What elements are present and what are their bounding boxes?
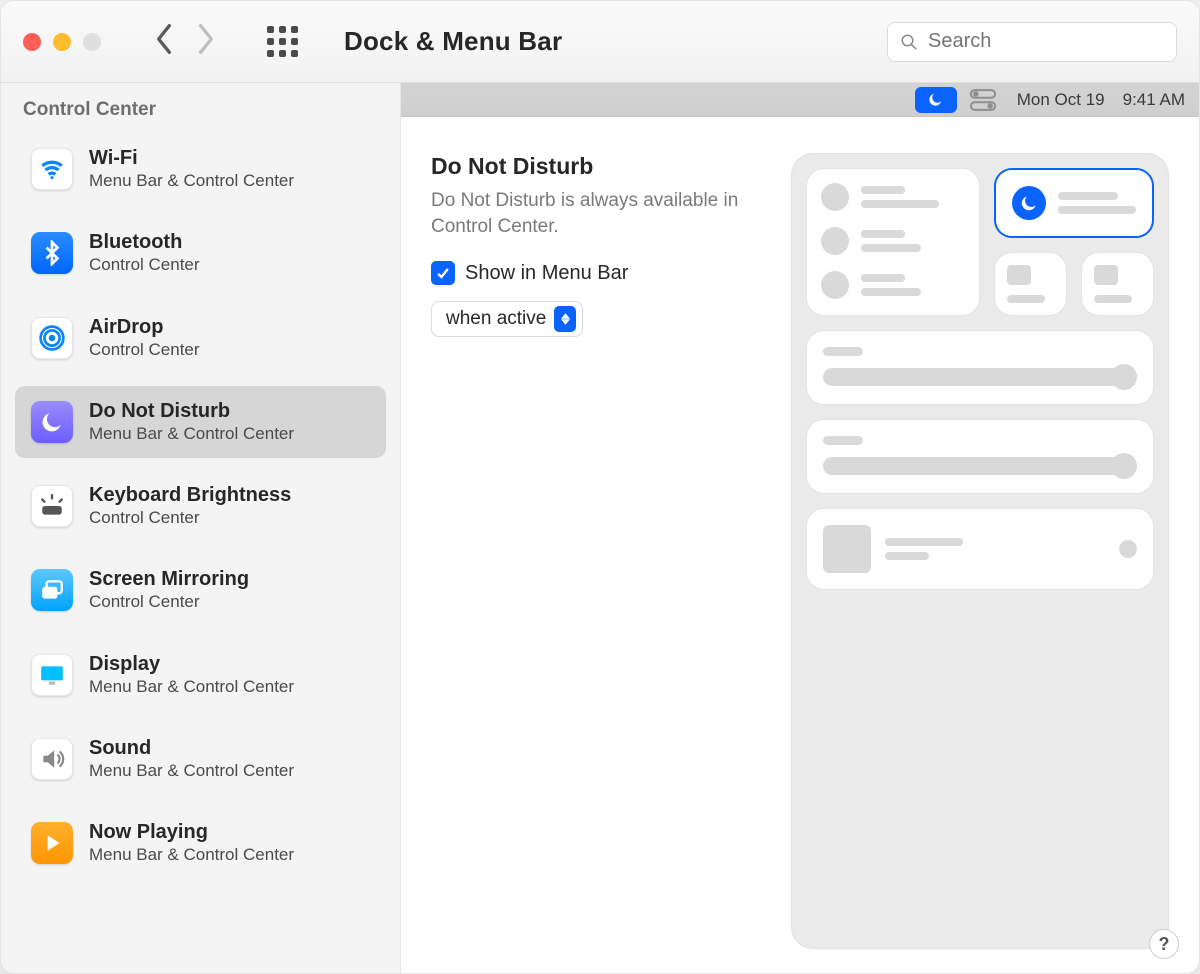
select-value: when active — [446, 308, 546, 330]
sidebar-item-airdrop[interactable]: AirDropControl Center — [15, 302, 386, 374]
menubar-dnd-icon — [915, 87, 957, 113]
menubar-time: 9:41 AM — [1123, 90, 1185, 110]
window-title: Dock & Menu Bar — [344, 26, 562, 57]
sound-icon — [31, 738, 73, 780]
menubar-control-center-icon — [969, 89, 997, 111]
help-button[interactable]: ? — [1149, 929, 1179, 959]
system-preferences-window: Dock & Menu Bar Control Center Wi-FiMenu… — [0, 0, 1200, 974]
screen-mirroring-icon — [31, 569, 73, 611]
content-pane: Mon Oct 19 9:41 AM Do Not Disturb Do Not… — [401, 83, 1199, 973]
forward-button[interactable] — [195, 23, 217, 60]
keyboard-brightness-icon — [31, 485, 73, 527]
sidebar-section-label: Control Center — [1, 83, 400, 127]
menubar-date: Mon Oct 19 — [1017, 90, 1105, 110]
sidebar-item-keyboard-brightness[interactable]: Keyboard BrightnessControl Center — [15, 470, 386, 542]
bluetooth-icon — [31, 232, 73, 274]
sidebar-item-bluetooth[interactable]: BluetoothControl Center — [15, 217, 386, 289]
display-icon — [31, 654, 73, 696]
sidebar-item-do-not-disturb[interactable]: Do Not DisturbMenu Bar & Control Center — [15, 386, 386, 458]
search-field[interactable] — [887, 22, 1177, 62]
control-center-preview — [791, 153, 1169, 949]
pane-description: Do Not Disturb is always available in Co… — [431, 188, 761, 239]
wifi-icon — [31, 148, 73, 190]
sidebar-item-sound[interactable]: SoundMenu Bar & Control Center — [15, 723, 386, 795]
preview-small-card — [994, 252, 1067, 316]
preview-connectivity-card — [806, 168, 980, 316]
moon-icon — [31, 401, 73, 443]
window-minimize-button[interactable] — [53, 33, 71, 51]
airdrop-icon — [31, 317, 73, 359]
menubar-preview: Mon Oct 19 9:41 AM — [401, 83, 1199, 117]
preview-small-card — [1081, 252, 1154, 316]
preview-display-slider-card — [806, 330, 1154, 405]
preview-now-playing-card — [806, 508, 1154, 590]
pane-heading: Do Not Disturb — [431, 153, 791, 180]
window-traffic-lights — [23, 33, 101, 51]
search-icon — [900, 32, 918, 52]
sidebar-item-wifi[interactable]: Wi-FiMenu Bar & Control Center — [15, 133, 386, 205]
window-zoom-button[interactable] — [83, 33, 101, 51]
sidebar-item-display[interactable]: DisplayMenu Bar & Control Center — [15, 639, 386, 711]
show-in-menu-bar-select[interactable]: when active — [431, 301, 583, 337]
sidebar-item-now-playing[interactable]: Now PlayingMenu Bar & Control Center — [15, 807, 386, 879]
select-stepper-icon — [554, 306, 576, 332]
show-in-menu-bar-checkbox[interactable] — [431, 261, 455, 285]
back-button[interactable] — [153, 23, 175, 60]
sidebar[interactable]: Control Center Wi-FiMenu Bar & Control C… — [1, 83, 401, 973]
show-all-preferences-button[interactable] — [267, 26, 298, 57]
search-input[interactable] — [926, 29, 1164, 54]
preview-sound-slider-card — [806, 419, 1154, 494]
sidebar-item-screen-mirroring[interactable]: Screen MirroringControl Center — [15, 554, 386, 626]
now-playing-icon — [31, 822, 73, 864]
toolbar: Dock & Menu Bar — [1, 1, 1199, 83]
show-in-menu-bar-label: Show in Menu Bar — [465, 262, 628, 285]
preview-dnd-card — [994, 168, 1154, 238]
nav-arrows — [153, 23, 217, 60]
window-close-button[interactable] — [23, 33, 41, 51]
moon-icon — [1012, 186, 1046, 220]
